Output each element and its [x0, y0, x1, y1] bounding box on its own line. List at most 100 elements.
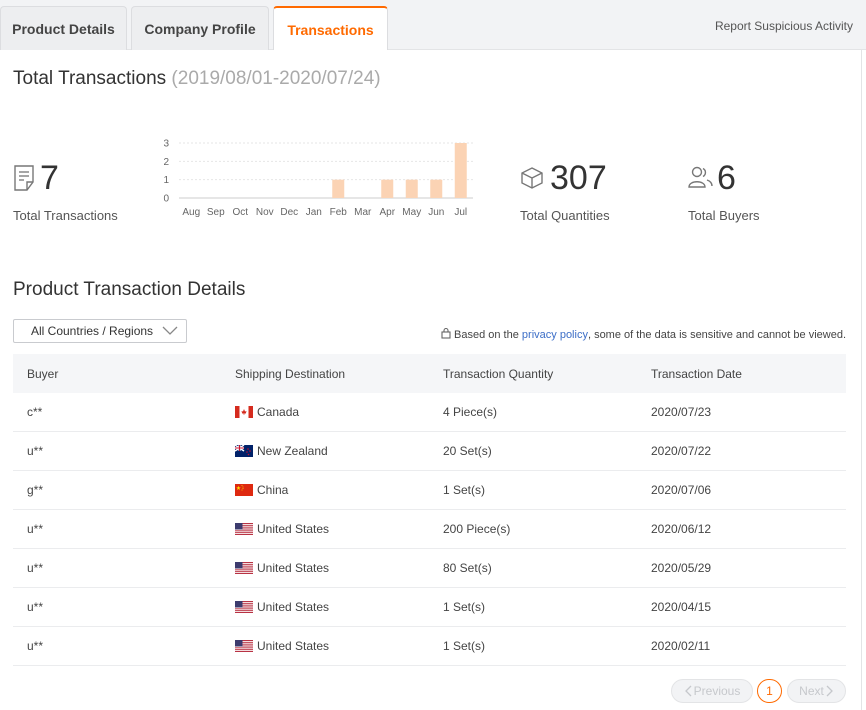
table-row: u** United States 1 Set(s) 2020/02/11 [13, 627, 846, 666]
chart-bar-jun[interactable] [430, 179, 443, 198]
flag-united-states-icon [235, 562, 253, 574]
chart-y-tick-label: 2 [163, 157, 169, 168]
destination-cell: Canada [221, 405, 429, 419]
chart-y-tick-label: 3 [163, 139, 169, 150]
chart-x-tick-label: Oct [232, 207, 248, 218]
chart-x-tick-label: Feb [330, 207, 348, 218]
date-cell: 2020/02/11 [651, 639, 711, 653]
report-suspicious-link[interactable]: Report Suspicious Activity [715, 19, 853, 33]
buyer-cell: u** [27, 444, 44, 458]
header-transaction-quantity: Transaction Quantity [443, 366, 554, 381]
total-buyers-label: Total Buyers [688, 208, 760, 223]
privacy-policy-link[interactable]: privacy policy [522, 329, 588, 341]
tab-transactions[interactable]: Transactions [273, 6, 388, 51]
chart-bar-apr[interactable] [381, 179, 394, 198]
transactions-table: Buyer Shipping Destination Transaction Q… [13, 354, 846, 666]
privacy-prefix: Based on the [454, 328, 519, 341]
flag-united-states-icon [235, 523, 253, 535]
date-cell: 2020/06/12 [651, 522, 712, 536]
section-title: Product Transaction Details [13, 279, 246, 300]
quantity-cell: 4 Piece(s) [443, 405, 498, 419]
page-title: Total Transactions (2019/08/01-2020/07/2… [13, 68, 381, 90]
quantity-cell: 1 Set(s) [443, 483, 486, 497]
privacy-notice: Based on the privacy policy, some of the… [441, 327, 846, 342]
table-row: g** China 1 Set(s) 2020/07/06 [13, 471, 846, 510]
header-buyer: Buyer [27, 366, 59, 381]
destination-cell: United States [221, 600, 429, 614]
date-cell: 2020/07/23 [651, 405, 712, 419]
quantity-cell: 20 Set(s) [443, 444, 492, 458]
flag-new-zealand-icon [235, 445, 253, 457]
receipt-icon [13, 165, 35, 196]
previous-label: Previous [693, 684, 741, 698]
total-quantities-value: 307 [550, 159, 607, 197]
tab-company-profile[interactable]: Company Profile [131, 6, 269, 50]
chevron-down-icon [162, 324, 178, 341]
chart-x-tick-label: Apr [379, 207, 395, 218]
country-select-value: All Countries / Regions [31, 324, 154, 338]
flag-canada-icon [235, 406, 253, 418]
destination-text: China [257, 483, 289, 497]
quantity-cell: 1 Set(s) [443, 639, 486, 653]
total-buyers-value: 6 [717, 159, 736, 197]
next-page-button[interactable]: Next [787, 679, 846, 703]
buyer-cell: u** [27, 600, 44, 614]
date-range: (2019/08/01-2020/07/24) [171, 68, 381, 89]
destination-text: United States [257, 561, 330, 575]
header-shipping-destination: Shipping Destination [235, 366, 346, 381]
destination-text: New Zealand [257, 444, 328, 458]
table-header: Buyer Shipping Destination Transaction Q… [13, 354, 846, 393]
flag-china-icon [235, 484, 253, 496]
destination-cell: United States [221, 522, 429, 536]
chart-y-tick-label: 1 [163, 175, 169, 186]
table-row: u** New Zealand 20 Set(s) 2020/07/22 [13, 432, 846, 471]
page-number-current[interactable]: 1 [757, 679, 782, 703]
table-row: c** Canada 4 Piece(s) 2020/07/23 [13, 393, 846, 432]
buyer-cell: u** [27, 561, 44, 575]
destination-cell: New Zealand [221, 444, 429, 458]
total-quantities-label: Total Quantities [520, 208, 610, 223]
total-transactions-value: 7 [40, 159, 59, 197]
tab-bar: Product Details Company Profile Transact… [0, 0, 866, 51]
chart-bar-jul[interactable] [454, 143, 467, 198]
date-cell: 2020/07/22 [651, 444, 712, 458]
chart-x-tick-label: Aug [182, 207, 200, 218]
date-cell: 2020/07/06 [651, 483, 712, 497]
flag-united-states-icon [235, 640, 253, 652]
table-body: c** Canada 4 Piece(s) 2020/07/23 u** New Zeal… [13, 393, 846, 666]
previous-page-button[interactable]: Previous [671, 679, 753, 703]
chevron-right-icon [826, 685, 833, 697]
privacy-suffix: , some of the data is sensitive and cann… [587, 328, 846, 341]
buyer-cell: c** [27, 405, 43, 419]
destination-cell: United States [221, 561, 429, 575]
monthly-transactions-chart: 0 1 2 3 Aug Sep Oct Nov Dec Jan Feb Mar Apr May Jun Jul [163, 139, 473, 218]
quantity-cell: 200 Piece(s) [443, 522, 511, 536]
destination-text: United States [257, 600, 330, 614]
chart-bar-feb[interactable] [332, 179, 345, 198]
date-cell: 2020/05/29 [651, 561, 712, 575]
country-region-select[interactable]: All Countries / Regions [13, 319, 187, 343]
buyer-cell: u** [27, 522, 44, 536]
destination-cell: China [221, 483, 429, 497]
buyer-cell: u** [27, 639, 44, 653]
quantity-cell: 1 Set(s) [443, 600, 486, 614]
quantity-cell: 80 Set(s) [443, 561, 492, 575]
chart-x-tick-label: Jan [306, 207, 322, 218]
chart-y-tick-label: 0 [163, 194, 169, 205]
chart-bar-may[interactable] [405, 179, 418, 198]
chart-x-tick-label: Jul [454, 207, 467, 218]
tab-product-details[interactable]: Product Details [0, 6, 127, 50]
box-icon [520, 166, 544, 195]
destination-text: Canada [257, 405, 300, 419]
date-cell: 2020/04/15 [651, 600, 712, 614]
destination-text: United States [257, 639, 330, 653]
chart-x-tick-label: Dec [280, 207, 298, 218]
chart-x-tick-label: May [402, 207, 421, 218]
title-text: Total Transactions [13, 68, 167, 89]
buyer-cell: g** [27, 483, 44, 497]
table-row: u** United States 1 Set(s) 2020/04/15 [13, 588, 846, 627]
table-row: u** United States 200 Piece(s) 2020/06/12 [13, 510, 846, 549]
table-row: u** United States 80 Set(s) 2020/05/29 [13, 549, 846, 588]
flag-united-states-icon [235, 601, 253, 613]
chart-x-tick-label: Mar [354, 207, 372, 218]
